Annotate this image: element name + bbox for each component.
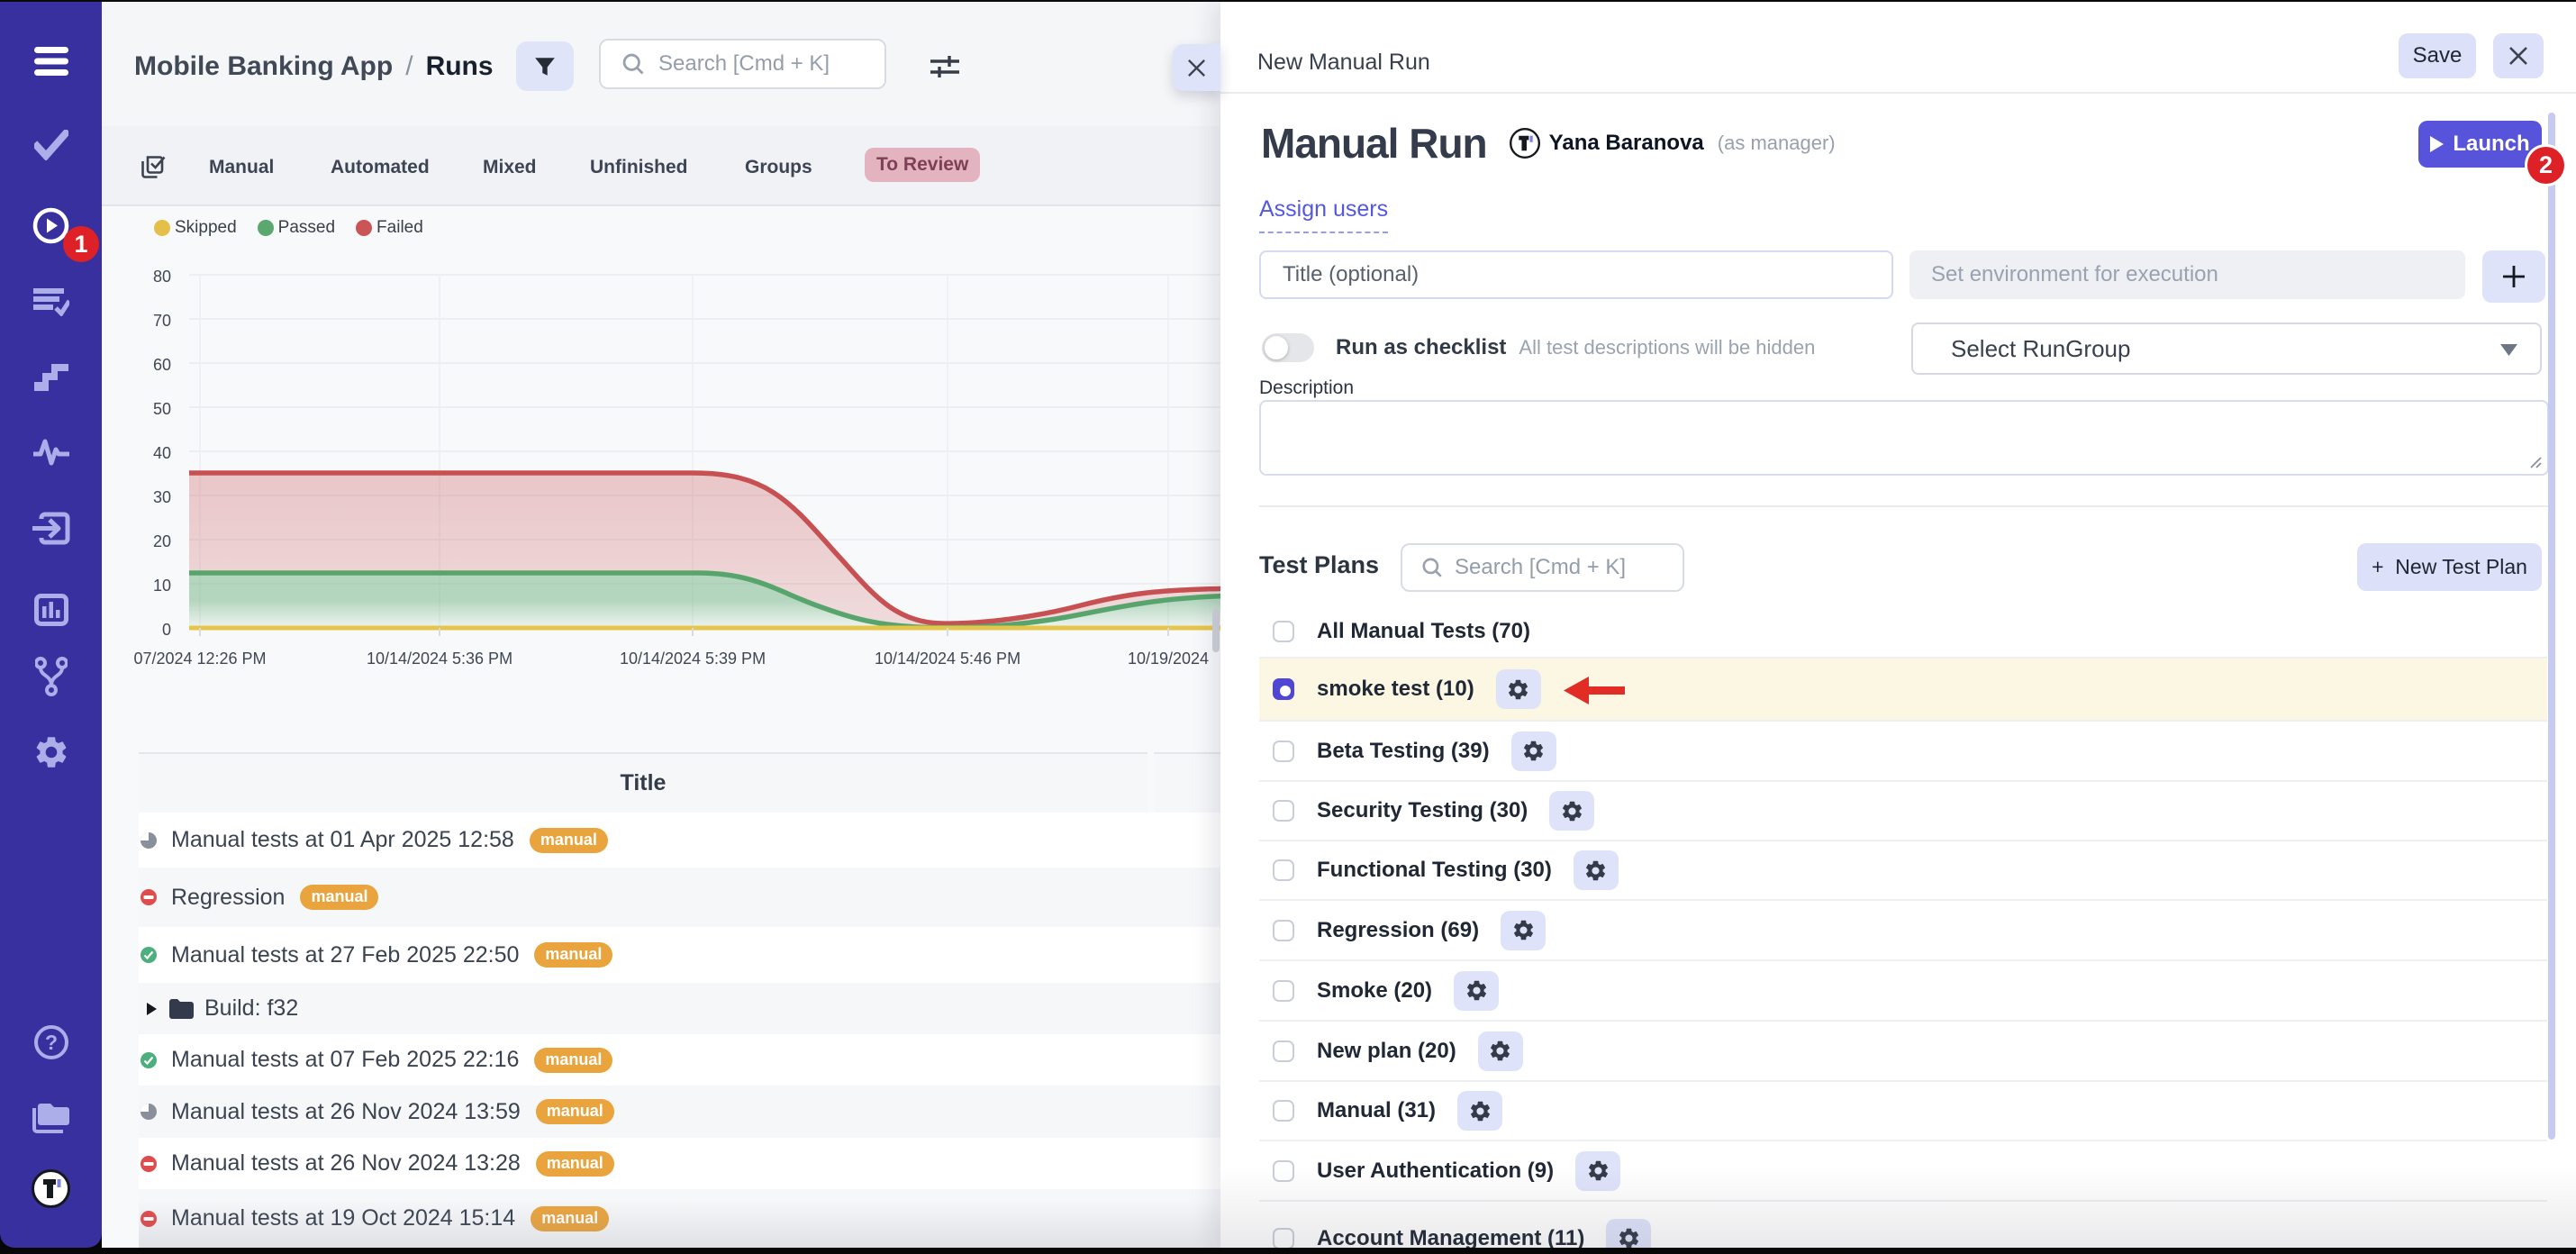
svg-text:50: 50 xyxy=(153,400,171,418)
svg-text:30: 30 xyxy=(153,488,171,506)
svg-text:07/2024 12:26 PM: 07/2024 12:26 PM xyxy=(133,650,266,668)
svg-text:20: 20 xyxy=(153,532,171,550)
svg-text:80: 80 xyxy=(153,268,171,286)
svg-text:10/14/2024 5:39 PM: 10/14/2024 5:39 PM xyxy=(620,650,766,668)
svg-text:0: 0 xyxy=(162,621,171,639)
svg-text:10: 10 xyxy=(153,577,171,595)
svg-text:10/14/2024 5:36 PM: 10/14/2024 5:36 PM xyxy=(367,650,512,668)
svg-text:70: 70 xyxy=(153,312,171,330)
svg-text:60: 60 xyxy=(153,356,171,374)
svg-text:10/14/2024 5:46 PM: 10/14/2024 5:46 PM xyxy=(875,650,1020,668)
svg-text:?: ? xyxy=(44,1031,57,1054)
svg-text:10/19/2024: 10/19/2024 xyxy=(1128,650,1209,668)
svg-text:40: 40 xyxy=(153,444,171,462)
